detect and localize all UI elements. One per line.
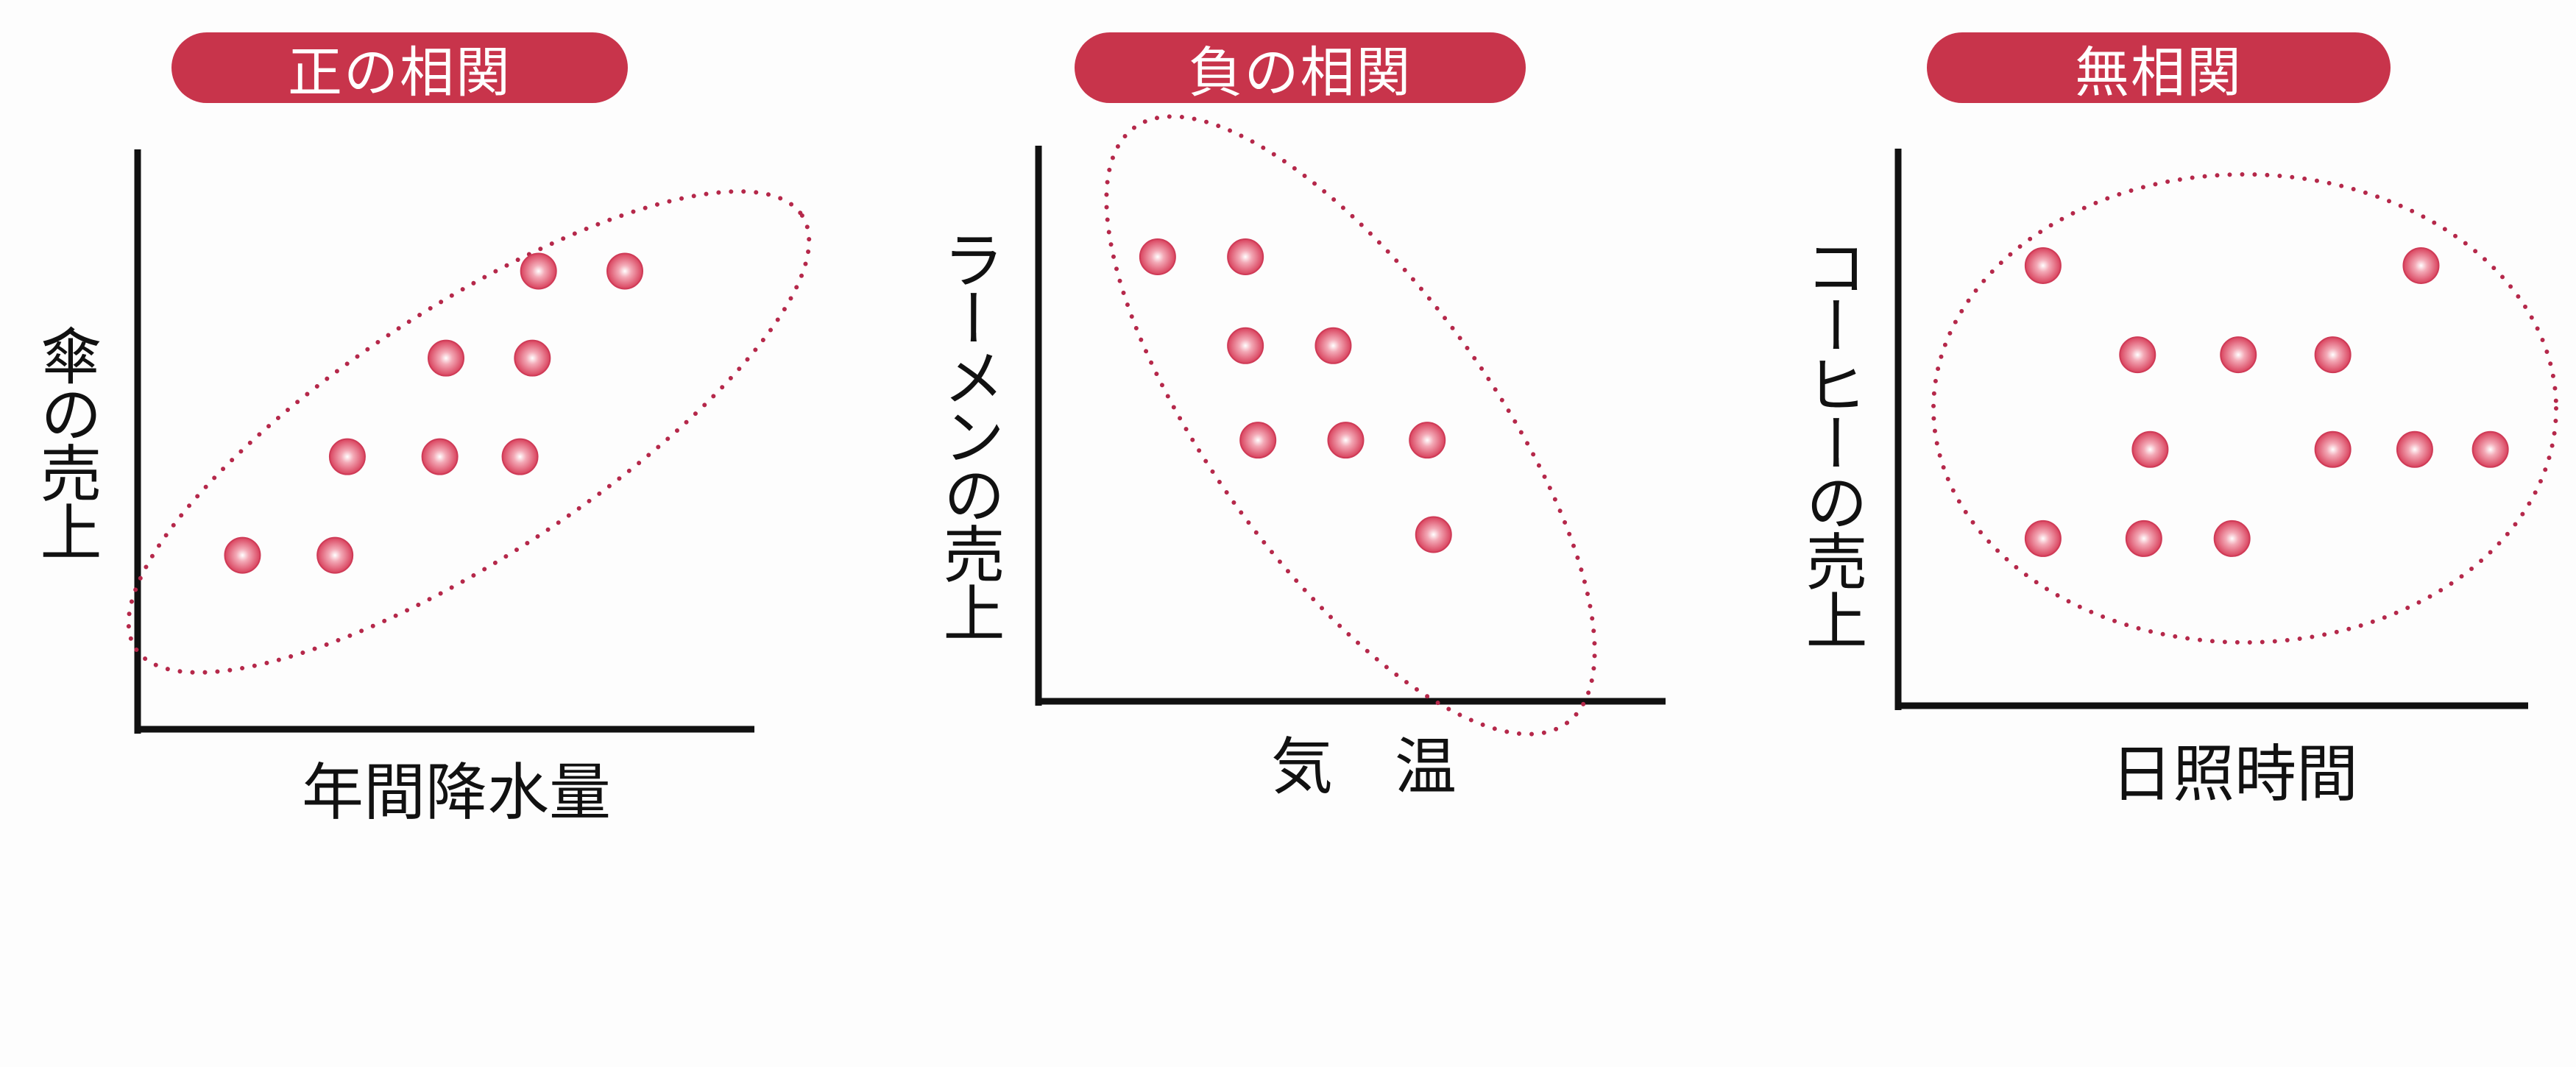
data-point	[2220, 336, 2257, 374]
y-axis-label-umbrella-sales: 傘の売上	[30, 324, 102, 559]
y-axis-label-coffee-sales: コーヒーの売上	[1796, 235, 1868, 648]
data-point	[501, 438, 539, 475]
title-negative-correlation: 負の相関	[1075, 32, 1526, 104]
data-point	[428, 339, 464, 377]
data-point	[2471, 430, 2509, 468]
data-point	[1314, 327, 1352, 364]
data-point	[1409, 422, 1446, 459]
data-point	[1415, 516, 1452, 553]
data-point	[328, 438, 366, 475]
data-point	[316, 536, 354, 574]
dotted-enclosure-ellipse	[1931, 172, 2558, 645]
x-axis-label-annual-rainfall: 年間降水量	[301, 756, 612, 829]
data-point	[1139, 238, 1176, 275]
data-point	[1227, 238, 1264, 275]
data-point	[2024, 520, 2062, 557]
dotted-enclosure-ellipse	[126, 189, 812, 675]
data-point	[1327, 422, 1365, 459]
data-point	[1239, 422, 1277, 459]
data-point	[2125, 520, 2162, 557]
data-point	[2024, 247, 2062, 284]
data-point	[1227, 327, 1264, 364]
scatter-panel-1	[126, 149, 812, 734]
y-axis-label-ramen-sales: ラーメンの売上	[933, 228, 1005, 640]
data-point	[514, 339, 551, 377]
data-point	[2402, 247, 2440, 284]
data-point	[2131, 430, 2169, 468]
title-positive-correlation: 正の相関	[171, 32, 628, 104]
x-axis-label-sunshine-hours: 日照時間	[2110, 738, 2359, 810]
data-point	[224, 536, 261, 574]
data-point	[2119, 336, 2156, 374]
data-point	[2213, 520, 2251, 557]
scatter-figure	[126, 114, 2558, 737]
scatter-panel-2	[1035, 114, 1666, 737]
data-point	[520, 252, 557, 290]
data-point	[2314, 430, 2352, 468]
data-point	[2314, 336, 2352, 374]
x-axis-label-temperature: 気 温	[1270, 731, 1457, 803]
scatter-panel-3	[1894, 149, 2558, 710]
data-point	[606, 252, 644, 290]
data-point	[2396, 430, 2433, 468]
title-no-correlation: 無相関	[1927, 32, 2391, 104]
data-point	[421, 438, 459, 475]
